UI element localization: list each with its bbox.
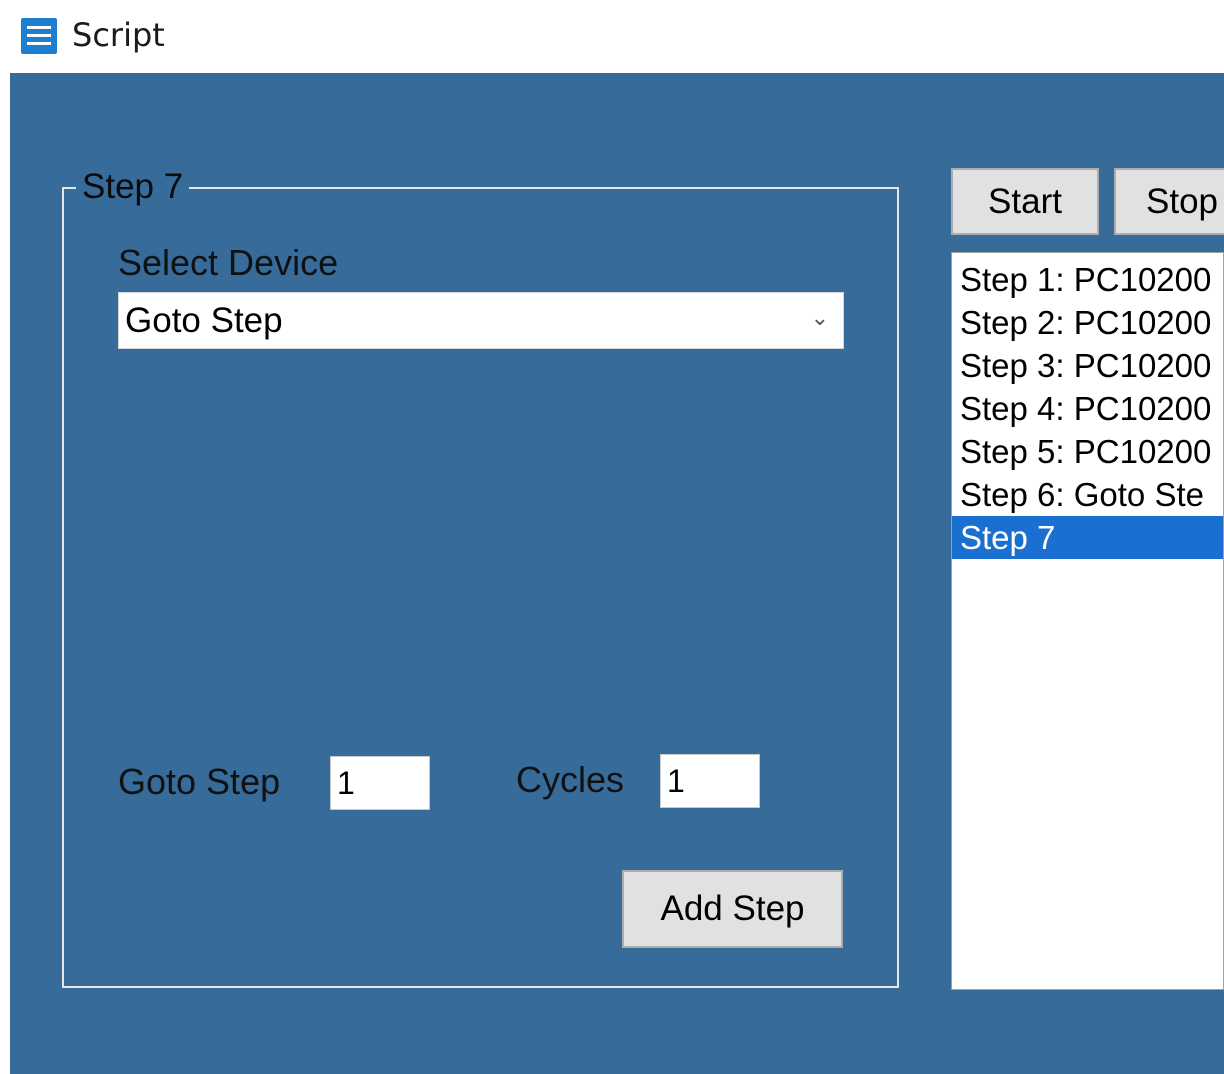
step-list[interactable]: Step 1: PC10200 Step 2: PC10200 Step 3: … [951,252,1224,990]
cycles-input[interactable]: 1 [660,754,760,808]
list-item[interactable]: Step 3: PC10200 [952,344,1223,387]
select-device-label: Select Device [118,242,339,283]
goto-step-input[interactable]: 1 [330,756,430,810]
device-select-value: Goto Step [125,301,283,340]
list-item[interactable]: Step 5: PC10200 [952,430,1223,473]
window-title: Script [72,16,165,54]
title-bar: Script [0,0,1224,73]
list-item[interactable]: Step 1: PC10200 [952,258,1223,301]
menu-icon[interactable] [21,18,57,54]
cycles-label: Cycles [516,759,625,800]
chevron-down-icon[interactable]: ⌄ [811,305,829,331]
step-groupbox-legend: Step 7 [76,166,190,208]
list-item[interactable]: Step 4: PC10200 [952,387,1223,430]
stop-button[interactable]: Stop [1114,168,1224,235]
start-button[interactable]: Start [951,168,1099,235]
list-item[interactable]: Step 2: PC10200 [952,301,1223,344]
goto-step-label: Goto Step [118,761,281,802]
list-item[interactable]: Step 6: Goto Ste [952,473,1223,516]
list-item-selected[interactable]: Step 7 [952,516,1223,559]
device-select[interactable]: Goto Step ⌄ [118,292,844,349]
add-step-button[interactable]: Add Step [622,870,843,948]
